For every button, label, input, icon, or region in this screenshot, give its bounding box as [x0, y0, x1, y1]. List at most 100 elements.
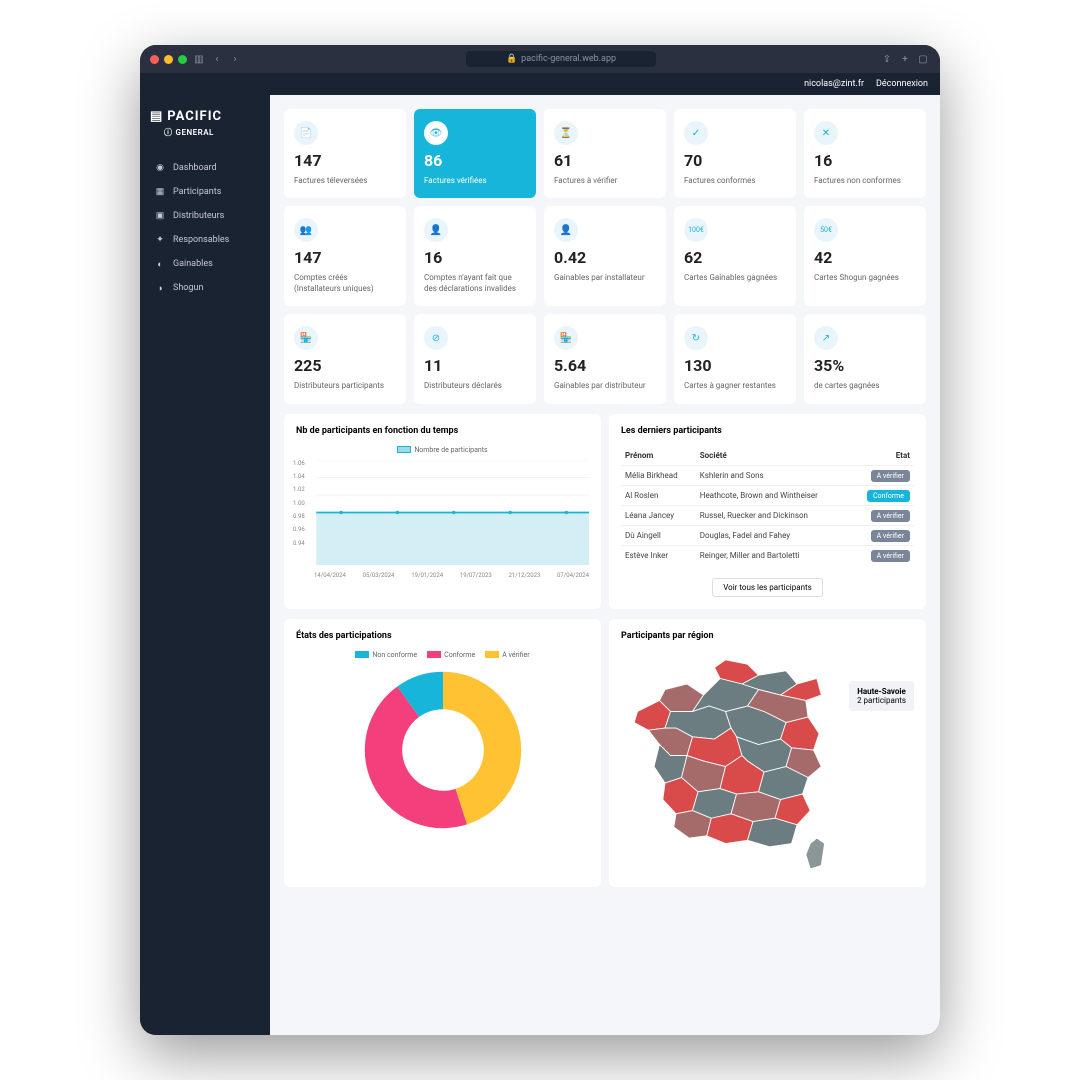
user-email[interactable]: nicolas@zint.fr	[804, 79, 864, 89]
kpi-card[interactable]: 🏪225Distributeurs participants	[284, 314, 406, 403]
callout-count: 2 participants	[857, 696, 906, 705]
kpi-value: 225	[294, 356, 396, 375]
table-row[interactable]: Mélia BirkheadKshlerin and SonsA vérifie…	[621, 465, 914, 485]
sidebar-toggle-icon[interactable]: ▥	[192, 52, 206, 66]
kpi-value: 11	[424, 356, 526, 375]
status-badge: A vérifier	[871, 550, 910, 562]
france-map[interactable]	[621, 651, 841, 871]
kpi-value: 16	[424, 248, 526, 267]
kpi-label: Gainables par distributeur	[554, 381, 656, 391]
kpi-label: Comptes créés (Installateurs uniques)	[294, 273, 396, 294]
x-icon: ✕	[814, 121, 838, 145]
recent-table: Prénom Société Etat Mélia BirkheadKshler…	[621, 446, 914, 565]
cell-company: Reinger, Miller and Bartoletti	[696, 545, 851, 565]
kpi-card[interactable]: ↻130Cartes à gagner restantes	[674, 314, 796, 403]
kpi-label: Factures vérifiées	[424, 176, 526, 186]
kpi-card[interactable]: 🏪 5.64 Gainables par distributeur	[544, 314, 666, 403]
legend-swatch-icon	[355, 651, 369, 658]
recent-title: Les derniers participants	[621, 426, 914, 436]
kpi-card[interactable]: ⏳61Factures à vérifier	[544, 109, 666, 198]
hourglass-icon: ⏳	[554, 121, 578, 145]
share-icon[interactable]: ⇪	[880, 52, 894, 66]
shogun-icon: ◑	[154, 282, 166, 294]
linechart-panel: Nb de participants en fonction du temps …	[284, 414, 601, 609]
sidebar: ▤ PACIFIC ⓘ GENERAL ◉Dashboard ▦Particip…	[140, 95, 270, 1035]
new-tab-icon[interactable]: +	[898, 52, 912, 66]
close-window-icon[interactable]	[150, 55, 159, 64]
kpi-value: 35%	[814, 356, 916, 375]
sidebar-item-participants[interactable]: ▦Participants	[150, 180, 260, 204]
col-prenom: Prénom	[621, 446, 696, 466]
kpi-value: 70	[684, 151, 786, 170]
app-topbar: nicolas@zint.fr Déconnexion	[140, 73, 940, 95]
sidebar-item-gainables[interactable]: ◐Gainables	[150, 252, 260, 276]
check-icon: ✓	[684, 121, 708, 145]
kpi-card[interactable]: ↗35%de cartes gagnées	[804, 314, 926, 403]
kpi-card[interactable]: 👤 16 Comptes n'ayant fait que des déclarat…	[414, 206, 536, 306]
linechart-title: Nb de participants en fonction du temps	[296, 426, 589, 436]
sidebar-item-distributeurs[interactable]: ▣Distributeurs	[150, 204, 260, 228]
eye-icon: 👁	[424, 121, 448, 145]
y-axis-labels: 1.061.041.021.000.980.960.94	[293, 460, 305, 547]
lock-icon: 🔒	[506, 54, 517, 64]
users-icon: 👥	[294, 218, 318, 242]
kpi-label: Factures conformes	[684, 176, 786, 186]
sidebar-item-responsables[interactable]: ✦Responsables	[150, 228, 260, 252]
table-row[interactable]: Léana JanceyRussel, Ruecker and Dickinso…	[621, 505, 914, 525]
donut-chart	[358, 665, 528, 835]
brand-logo: ▤ PACIFIC	[150, 109, 260, 124]
kpi-card[interactable]: 50€42Cartes Shogun gagnées	[804, 206, 926, 306]
kpi-card[interactable]: 📄147Factures téleversées	[284, 109, 406, 198]
table-row[interactable]: Estève InkerReinger, Miller and Bartolet…	[621, 545, 914, 565]
legend-conforme: Conforme	[427, 651, 475, 659]
user-icon: 👤	[424, 218, 448, 242]
logout-link[interactable]: Déconnexion	[876, 79, 928, 89]
kpi-value: 147	[294, 151, 396, 170]
kpi-card[interactable]: 👁 86 Factures vérifiées	[414, 109, 536, 198]
cell-company: Heathcote, Brown and Wintheiser	[696, 485, 851, 505]
kpi-label: Comptes n'ayant fait que des déclaration…	[424, 273, 526, 294]
browser-titlebar: ▥ ‹ › 🔒 pacific-general.web.app ⇪ + ▢	[140, 45, 940, 73]
col-societe: Société	[696, 446, 851, 466]
kpi-card[interactable]: ✓ 70 Factures conformes	[674, 109, 796, 198]
shop-icon: 🏪	[554, 326, 578, 350]
kpi-card[interactable]: 👥147Comptes créés (Installateurs uniques…	[284, 206, 406, 306]
kpi-card[interactable]: 👤0.42Gainables par installateur	[544, 206, 666, 306]
kpi-value: 86	[424, 151, 526, 170]
status-badge: A vérifier	[871, 510, 910, 522]
kpi-card[interactable]: 100€62Cartes Gainables gagnées	[674, 206, 796, 306]
kpi-card[interactable]: ✕16Factures non conformes	[804, 109, 926, 198]
responsables-icon: ✦	[154, 234, 166, 246]
cell-name: Léana Jancey	[621, 505, 696, 525]
cell-company: Douglas, Fadel and Fahey	[696, 525, 851, 545]
kpi-value: 42	[814, 248, 916, 267]
cell-name: Estève Inker	[621, 545, 696, 565]
url-field[interactable]: 🔒 pacific-general.web.app	[466, 51, 656, 67]
sidebar-item-dashboard[interactable]: ◉Dashboard	[150, 156, 260, 180]
table-row[interactable]: Dù AingellDouglas, Fadel and FaheyA véri…	[621, 525, 914, 545]
cell-company: Russel, Ruecker and Dickinson	[696, 505, 851, 525]
cell-name: Al Roslen	[621, 485, 696, 505]
kpi-label: Gainables par installateur	[554, 273, 656, 283]
kpi-card[interactable]: ⊘11Distributeurs déclarés	[414, 314, 536, 403]
x-axis-labels: 14/04/202405/03/202419/01/202419/07/2023…	[296, 572, 589, 579]
history-icon: ↻	[684, 326, 708, 350]
map-panel: Participants par région	[609, 619, 926, 887]
fullscreen-window-icon[interactable]	[178, 55, 187, 64]
slash-icon: ⊘	[424, 326, 448, 350]
table-row[interactable]: Al RoslenHeathcote, Brown and Wintheiser…	[621, 485, 914, 505]
sidebar-item-shogun[interactable]: ◑Shogun	[150, 276, 260, 300]
tabs-icon[interactable]: ▢	[916, 52, 930, 66]
forward-icon[interactable]: ›	[228, 52, 242, 66]
kpi-label: Factures non conformes	[814, 176, 916, 186]
participants-icon: ▦	[154, 186, 166, 198]
minimize-window-icon[interactable]	[164, 55, 173, 64]
url-text: pacific-general.web.app	[521, 54, 616, 64]
pie-panel: États des participations Non conforme Co…	[284, 619, 601, 887]
back-icon[interactable]: ‹	[210, 52, 224, 66]
view-all-button[interactable]: Voir tous les participants	[712, 578, 823, 597]
browser-window: ▥ ‹ › 🔒 pacific-general.web.app ⇪ + ▢ ni…	[140, 45, 940, 1035]
col-etat: Etat	[851, 446, 914, 466]
cell-name: Dù Aingell	[621, 525, 696, 545]
kpi-value: 5.64	[554, 356, 656, 375]
